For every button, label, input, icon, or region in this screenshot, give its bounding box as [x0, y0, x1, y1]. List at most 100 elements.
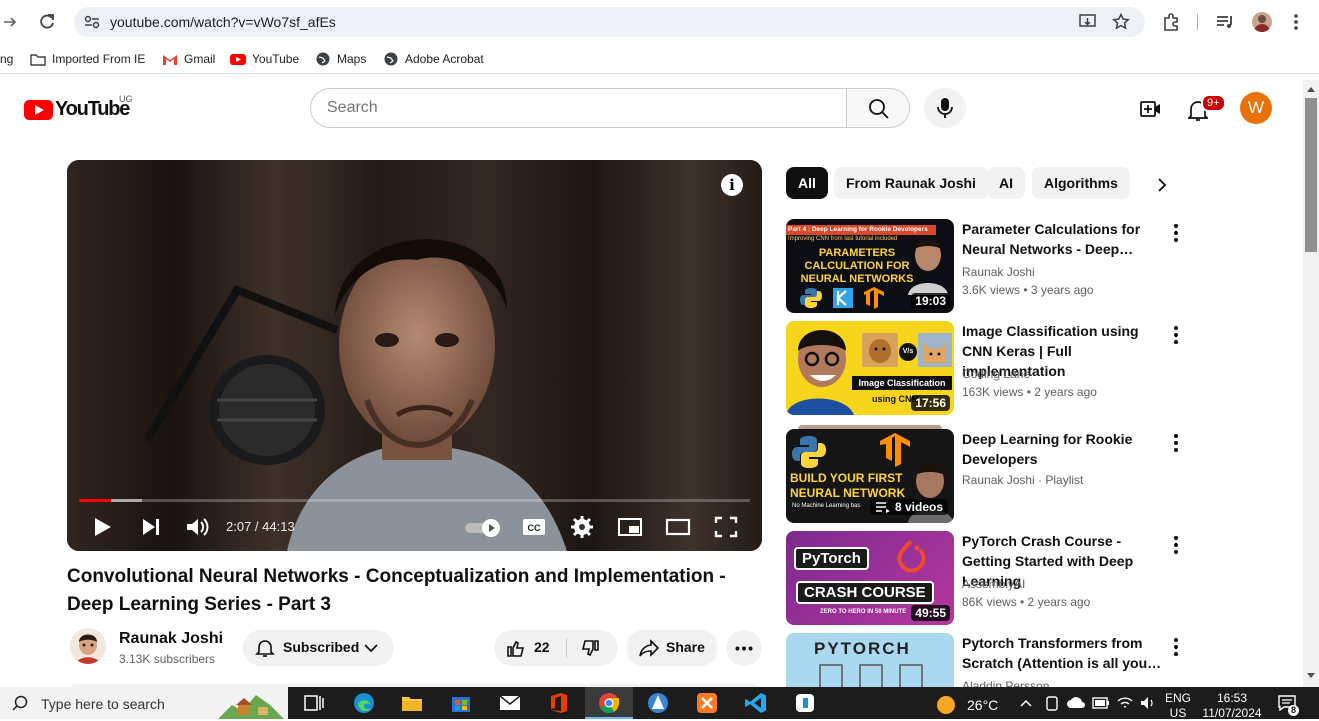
clock[interactable]: 16:53 11/07/2024 [1197, 691, 1267, 721]
bookmark-label: ng [0, 52, 14, 66]
azure-icon[interactable] [646, 691, 670, 715]
more-vertical-icon[interactable] [1170, 535, 1182, 555]
chrome-icon[interactable] [597, 691, 621, 715]
more-actions-button[interactable] [726, 630, 762, 666]
share-button[interactable]: Share [626, 630, 718, 666]
progress-bar[interactable] [79, 499, 750, 502]
profile-avatar[interactable] [1252, 12, 1272, 32]
next-icon[interactable] [137, 514, 165, 540]
miniplayer-icon[interactable] [616, 514, 644, 540]
account-avatar[interactable]: W [1240, 92, 1272, 124]
more-horizontal-icon [735, 646, 753, 651]
volume-icon[interactable] [183, 514, 211, 540]
channel-name[interactable]: AssemblyAI [962, 575, 1025, 593]
bookmark-star-icon[interactable] [1112, 13, 1130, 31]
media-control-icon[interactable] [1216, 14, 1234, 30]
search-button[interactable] [846, 88, 910, 128]
playlist-item[interactable]: BUILD YOUR FIRST NEURAL NETWORK No Machi… [786, 425, 1186, 523]
bookmark-gmail[interactable]: Gmail [162, 52, 215, 66]
office-icon[interactable] [547, 691, 571, 715]
scrollbar-thumb[interactable] [1305, 98, 1317, 252]
site-info-icon[interactable] [84, 15, 100, 29]
bookmark-folder-imported[interactable]: Imported From IE [30, 52, 145, 66]
subscribed-button[interactable]: Subscribed [243, 630, 394, 666]
channel-avatar[interactable] [70, 628, 106, 664]
more-vertical-icon[interactable] [1170, 325, 1182, 345]
speaker-icon[interactable] [1140, 696, 1156, 710]
dislike-button[interactable] [568, 630, 618, 666]
video-title[interactable]: Parameter Calculations for Neural Networ… [962, 219, 1162, 259]
channel-name[interactable]: Raunak Joshi [119, 630, 223, 648]
channel-name[interactable]: Coding Lane [962, 365, 1030, 383]
task-view-icon[interactable] [302, 691, 326, 715]
youtube-logo[interactable]: YouTube [24, 98, 130, 121]
url-text: youtube.com/watch?v=vWo7sf_afEs [110, 14, 336, 30]
video-player[interactable]: i 2:07 / 44:13 CC [67, 160, 762, 551]
store-icon[interactable] [449, 691, 473, 715]
forward-icon[interactable] [2, 14, 18, 30]
chip-all[interactable]: All [786, 167, 828, 199]
chip-algorithms[interactable]: Algorithms [1032, 167, 1130, 199]
install-app-icon[interactable] [1079, 14, 1097, 30]
chip-ai[interactable]: AI [987, 167, 1025, 199]
channel-name[interactable]: Raunak Joshi · Playlist [962, 471, 1083, 489]
video-thumbnail[interactable]: Part 4 : Deep Learning for Rookie Develo… [786, 219, 954, 313]
search-box[interactable] [310, 88, 847, 128]
taskbar-search[interactable]: Type here to search [0, 687, 288, 719]
more-vertical-icon[interactable] [1170, 637, 1182, 657]
recommendation-item[interactable]: PYTORCH Pytorch Transformers from Scratc… [786, 633, 1186, 687]
chip-from-channel[interactable]: From Raunak Joshi [834, 167, 988, 199]
video-title[interactable]: Pytorch Transformers from Scratch (Atten… [962, 633, 1162, 673]
video-thumbnail[interactable]: V/s Image Classification using CNN 17:56 [786, 321, 954, 415]
bookmark-maps[interactable]: Maps [315, 52, 366, 66]
more-vertical-icon[interactable] [1170, 223, 1182, 243]
bookmark-item[interactable]: ng [0, 52, 13, 66]
search-input[interactable] [311, 89, 791, 127]
recommendation-item[interactable]: Part 4 : Deep Learning for Rookie Develo… [786, 219, 1186, 313]
bookmark-label: Adobe Acrobat [405, 52, 484, 66]
playlist-title[interactable]: Deep Learning for Rookie Developers [962, 429, 1162, 469]
create-button[interactable] [1130, 90, 1170, 130]
mail-icon[interactable] [498, 691, 522, 715]
video-thumbnail[interactable]: PyTorch CRASH COURSE ZERO TO HERO IN 50 … [786, 531, 954, 625]
vscode-icon[interactable] [744, 691, 768, 715]
settings-gear-icon[interactable] [568, 514, 596, 540]
file-explorer-icon[interactable] [400, 691, 424, 715]
scroll-down-icon[interactable] [1307, 673, 1315, 679]
subtitles-icon[interactable]: CC [520, 514, 548, 540]
recommendation-item[interactable]: V/s Image Classification using CNN 17:56… [786, 321, 1186, 415]
fullscreen-icon[interactable] [712, 514, 740, 540]
scroll-up-icon[interactable] [1307, 86, 1315, 92]
chevron-right-icon[interactable] [1156, 177, 1168, 193]
wifi-icon[interactable] [1117, 696, 1133, 710]
reload-icon[interactable] [38, 13, 56, 31]
xampp-icon[interactable] [695, 691, 719, 715]
address-bar[interactable]: youtube.com/watch?v=vWo7sf_afEs [74, 7, 1145, 37]
bookmark-youtube[interactable]: YouTube [230, 52, 299, 66]
app-icon[interactable] [793, 691, 817, 715]
keras-logo-icon [833, 288, 853, 308]
like-button[interactable]: 22 [494, 630, 564, 666]
play-icon[interactable] [89, 514, 117, 540]
edge-icon[interactable] [352, 691, 376, 715]
playlist-thumbnail[interactable]: BUILD YOUR FIRST NEURAL NETWORK No Machi… [786, 429, 954, 523]
device-icon[interactable] [1045, 696, 1059, 712]
channel-name[interactable]: Aladdin Persson [962, 677, 1049, 687]
autoplay-toggle[interactable] [465, 519, 501, 537]
more-vertical-icon[interactable] [1170, 433, 1182, 453]
theater-mode-icon[interactable] [664, 514, 692, 540]
video-thumbnail[interactable]: PYTORCH [786, 633, 954, 687]
weather-sun-icon[interactable] [937, 696, 955, 714]
weather-temperature[interactable]: 26°C [967, 697, 998, 713]
recommendation-item[interactable]: PyTorch CRASH COURSE ZERO TO HERO IN 50 … [786, 531, 1186, 625]
battery-icon[interactable] [1092, 697, 1110, 709]
channel-name[interactable]: Raunak Joshi [962, 263, 1035, 281]
browser-menu-icon[interactable] [1292, 13, 1300, 31]
show-hidden-icons-chevron-up-icon[interactable] [1020, 698, 1032, 708]
voice-search-button[interactable] [924, 88, 966, 128]
bookmark-acrobat[interactable]: Adobe Acrobat [383, 52, 484, 66]
input-language[interactable]: ENG US [1164, 691, 1192, 721]
cloud-icon[interactable] [1066, 697, 1086, 709]
extensions-icon[interactable] [1162, 13, 1180, 31]
info-icon[interactable]: i [721, 174, 743, 196]
